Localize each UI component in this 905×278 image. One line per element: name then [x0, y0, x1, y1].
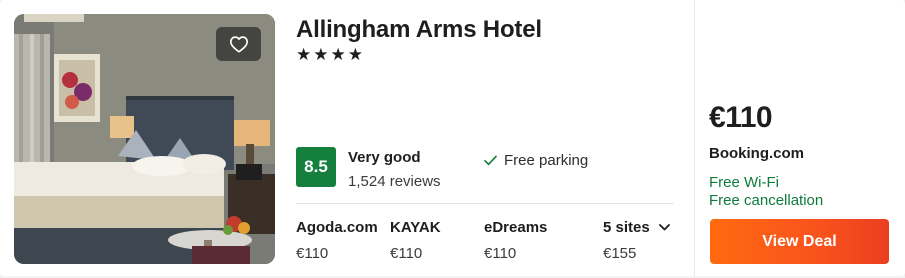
perk-free-wifi: Free Wi-Fi — [709, 174, 779, 191]
heart-outline-icon — [229, 36, 248, 53]
provider-price: €110 — [390, 245, 423, 262]
provider-price: €110 — [484, 245, 517, 262]
amenity-label: Free parking — [504, 152, 589, 169]
chevron-down-icon — [658, 224, 670, 231]
hotel-star-rating: ★★★★ — [296, 45, 365, 64]
more-sites-dropdown[interactable]: 5 sites €155 — [603, 219, 670, 262]
hotel-name[interactable]: Allingham Arms Hotel — [296, 16, 542, 44]
deal-provider: Booking.com — [709, 145, 805, 162]
provider-name: KAYAK — [390, 219, 441, 236]
perk-free-cancellation: Free cancellation — [709, 192, 824, 209]
hotel-photo[interactable] — [14, 14, 275, 264]
more-sites-price: €155 — [603, 245, 637, 262]
favorite-button[interactable] — [216, 27, 261, 61]
amenity-free-parking: Free parking — [484, 152, 588, 169]
provider-name: Agoda.com — [296, 219, 378, 236]
provider-name: eDreams — [484, 219, 548, 236]
hotel-result-card: Allingham Arms Hotel ★★★★ 8.5 Very good … — [0, 0, 905, 276]
rating-score-badge: 8.5 — [296, 147, 336, 187]
deal-price: €110 — [709, 101, 773, 134]
provider-price: €110 — [296, 245, 329, 262]
review-count[interactable]: 1,524 reviews — [348, 173, 441, 190]
provider-agoda[interactable]: Agoda.com €110 — [296, 219, 378, 262]
more-sites-label: 5 sites — [603, 219, 650, 236]
rating-label: Very good — [348, 149, 421, 166]
more-sites-label-row: 5 sites — [603, 219, 670, 236]
provider-kayak[interactable]: KAYAK €110 — [390, 219, 441, 262]
check-icon — [484, 155, 497, 166]
view-deal-button[interactable]: View Deal — [710, 219, 889, 264]
column-divider — [694, 0, 695, 276]
provider-edreams[interactable]: eDreams €110 — [484, 219, 547, 262]
divider — [296, 203, 674, 204]
